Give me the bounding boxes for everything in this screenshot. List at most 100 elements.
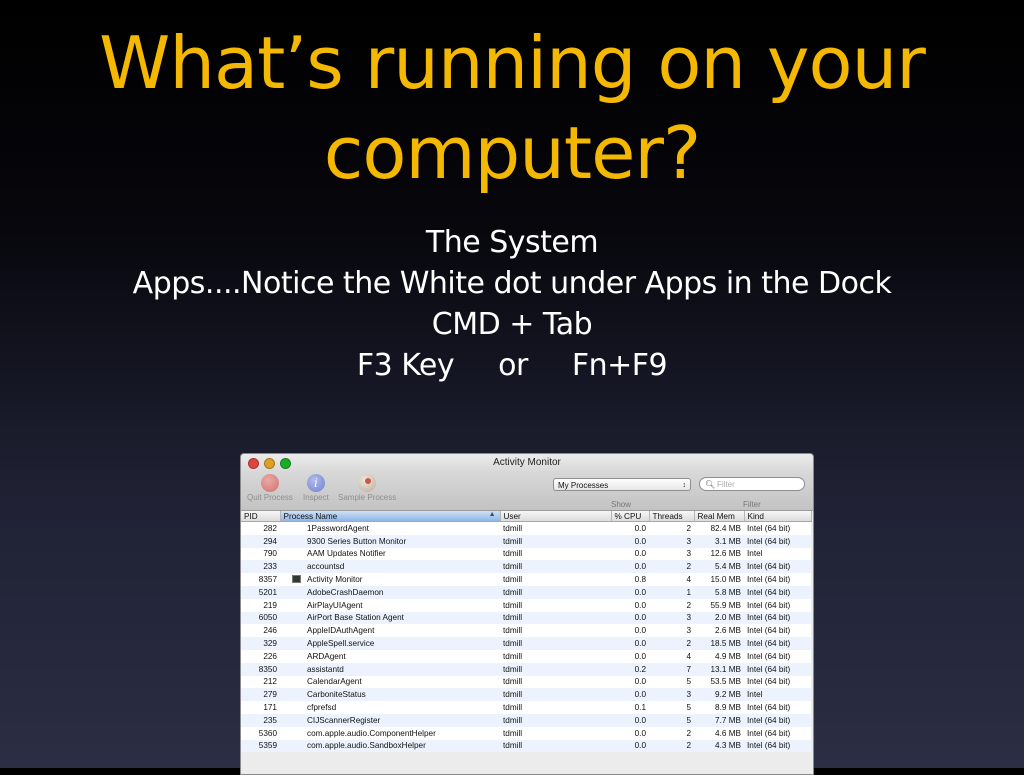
cell-cpu: 0.0 (611, 585, 649, 599)
cell-threads: 7 (649, 662, 694, 676)
slide-title: What’s running on your computer? (99, 21, 926, 195)
cell-user: tdmill (500, 662, 611, 676)
cell-threads: 5 (686, 703, 691, 713)
cell-cpu: 0.0 (634, 677, 646, 687)
cell-kind: Intel (64 bit) (744, 534, 811, 548)
body-line-keys: F3 Key or Fn+F9 (0, 345, 1024, 386)
cell-pid: 5360 (258, 728, 277, 738)
table-row[interactable]: 790 AAM Updates Notifier tdmill 0.0 3 12.6 MB… (241, 548, 811, 561)
process-name-text: AAM Updates Notifier (307, 549, 386, 559)
process-name-text: CIJScannerRegister (307, 715, 381, 725)
cell-real-mem: 4.3 MB (694, 739, 744, 753)
cell-pid: 212 (263, 677, 277, 687)
search-icon: 🔍︎ (705, 480, 716, 489)
cell-threads: 5 (649, 713, 694, 727)
filter-search-field[interactable]: 🔍︎ Filter (699, 477, 805, 491)
inspect-button[interactable]: i Inspect (303, 474, 329, 502)
table-row[interactable]: 329 AppleSpell.service tdmill 0.0 2 18.5 MB In… (241, 637, 811, 650)
cell-user: tdmill (503, 549, 523, 559)
cell-cpu: 0.0 (611, 637, 649, 650)
sample-process-button[interactable]: Sample Process (338, 474, 396, 502)
table-row[interactable]: 279 CarboniteStatus tdmill 0.0 3 9.2 MB Intel (241, 688, 811, 702)
cell-cpu: 0.8 (634, 575, 646, 585)
cell-kind: Intel (64 bit) (744, 560, 811, 574)
cell-kind: Intel (64 bit) (744, 637, 811, 650)
cell-process-name: CIJScannerRegister (280, 713, 500, 727)
process-name-text: AirPort Base Station Agent (307, 613, 404, 623)
cell-user: tdmill (503, 626, 523, 636)
column-header-user[interactable]: User (500, 511, 612, 522)
column-header-kind[interactable]: Kind (744, 511, 812, 522)
cell-threads: 2 (686, 600, 691, 610)
table-row[interactable]: 8357 Activity Monitor tdmill 0.8 4 15.0 MB Int… (241, 573, 811, 586)
cell-real-mem: 53.5 MB (710, 677, 742, 687)
sample-process-label: Sample Process (338, 493, 397, 502)
cell-threads: 2 (686, 728, 691, 738)
cell-pid: 790 (263, 549, 277, 559)
cell-process-name: assistantd (280, 662, 500, 676)
cell-user: tdmill (500, 611, 611, 625)
process-name-text: AppleIDAuthAgent (307, 626, 375, 636)
process-name-header-label: Process Name (283, 511, 338, 521)
table-row[interactable]: 219 AirPlayUIAgent tdmill 0.0 2 55.9 MB Intel … (241, 599, 811, 612)
table-row[interactable]: 226 ARDAgent tdmill 0.0 4 4.9 MB Intel (64 bit… (241, 650, 811, 663)
cell-process-name: CarboniteStatus (280, 688, 500, 702)
cell-threads: 3 (649, 688, 694, 702)
key-or: or (498, 348, 528, 383)
toolbar: Quit Process i Inspect Sample Process My… (241, 472, 813, 511)
body-line-apps: Apps....Notice the White dot under Apps … (132, 266, 892, 301)
cell-cpu: 0.0 (611, 534, 649, 548)
cell-user: tdmill (503, 523, 523, 533)
table-row[interactable]: 233 accountsd tdmill 0.0 2 5.4 MB Intel (64 bi… (241, 560, 811, 574)
table-row[interactable]: 171 cfprefsd tdmill 0.1 5 8.9 MB Intel (64 bit… (241, 701, 811, 714)
table-row[interactable]: 282 1PasswordAgent tdmill 0.0 2 82.4 MB Intel … (241, 522, 811, 535)
show-processes-select[interactable]: My Processes ↕ (553, 478, 691, 491)
table-row[interactable]: 5201 AdobeCrashDaemon tdmill 0.0 1 5.8 MB Inte… (241, 585, 811, 599)
table-row[interactable]: 5360 com.apple.audio.ComponentHelper tdmil… (241, 727, 811, 740)
process-name-text: assistantd (307, 664, 344, 674)
column-header-cpu[interactable]: % CPU (611, 511, 650, 522)
process-name-text: cfprefsd (307, 703, 337, 713)
cell-real-mem: 15.0 MB (710, 575, 742, 585)
cell-threads: 3 (686, 626, 691, 636)
cell-cpu: 0.0 (611, 739, 649, 753)
table-row[interactable]: 6050 AirPort Base Station Agent tdmill 0.0 3… (241, 611, 811, 625)
table-row[interactable]: 212 CalendarAgent tdmill 0.0 5 53.5 MB Intel (… (241, 676, 811, 689)
cell-pid: 294 (241, 534, 280, 548)
window-titlebar[interactable]: Activity Monitor (241, 454, 813, 472)
window-title: Activity Monitor (493, 457, 561, 468)
cell-pid: 8357 (258, 575, 277, 585)
table-row[interactable]: 8350 assistantd tdmill 0.2 7 13.1 MB Intel (64… (241, 662, 811, 676)
cell-cpu: 0.0 (634, 651, 646, 661)
cell-threads: 4 (686, 575, 691, 585)
table-row[interactable]: 5359 com.apple.audio.SandboxHelper tdmill 0… (241, 739, 811, 753)
cell-process-name: accountsd (280, 560, 500, 574)
info-icon: i (306, 474, 325, 492)
quit-process-button[interactable]: Quit Process (247, 474, 293, 502)
cell-threads: 2 (649, 560, 694, 574)
process-name-text: 1PasswordAgent (307, 523, 369, 533)
cell-user: tdmill (503, 600, 523, 610)
cell-cpu: 0.0 (611, 713, 649, 727)
table-row[interactable]: 235 CIJScannerRegister tdmill 0.0 5 7.7 MB Int… (241, 713, 811, 727)
show-label: Show (611, 500, 632, 509)
table-row[interactable]: 294 9300 Series Button Monitor tdmill 0.0 3 3… (241, 534, 811, 548)
cell-pid: 279 (241, 688, 280, 702)
cell-process-name: com.apple.audio.SandboxHelper (280, 739, 500, 753)
cell-cpu: 0.2 (611, 662, 649, 676)
cell-user: tdmill (500, 637, 611, 650)
column-header-threads[interactable]: Threads (649, 511, 695, 522)
cell-pid: 235 (241, 713, 280, 727)
cell-process-name: ARDAgent (280, 650, 500, 663)
column-header-process-name[interactable]: Process Name ▲ (280, 511, 501, 522)
inspect-label: Inspect (303, 493, 329, 502)
activity-monitor-window: Activity Monitor Quit Process i Inspect … (240, 453, 814, 775)
cell-cpu: 0.0 (634, 523, 646, 533)
cell-cpu: 0.0 (634, 728, 646, 738)
filter-placeholder: Filter (717, 480, 735, 489)
column-header-real-mem[interactable]: Real Mem (694, 511, 745, 522)
cell-pid: 246 (263, 626, 277, 636)
table-row[interactable]: 246 AppleIDAuthAgent tdmill 0.0 3 2.6 MB Intel… (241, 624, 811, 637)
cell-pid: 226 (263, 651, 277, 661)
column-header-pid[interactable]: PID (241, 511, 281, 522)
